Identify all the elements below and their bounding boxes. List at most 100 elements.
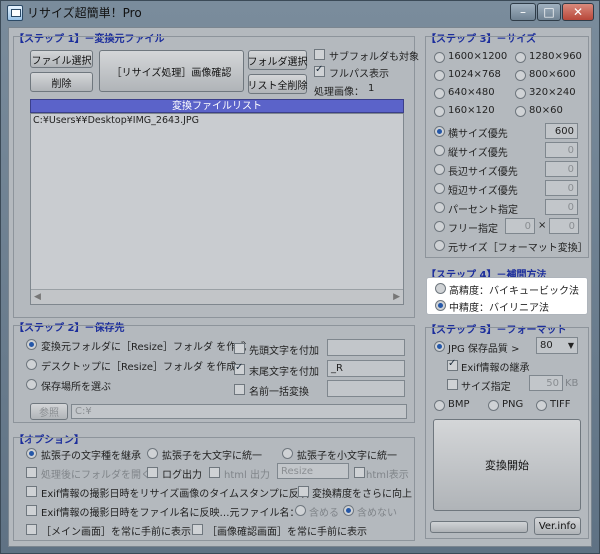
size-value-input[interactable]: 50 — [529, 375, 563, 391]
html-output-label: html 出力 — [224, 470, 270, 481]
height-value-input[interactable]: 0 — [545, 142, 578, 158]
subfolder-checkbox[interactable] — [314, 49, 325, 60]
preset-1280-label: 1280×960 — [529, 51, 582, 62]
preset-80-radio[interactable] — [515, 106, 526, 117]
open-folder-checkbox[interactable] — [26, 467, 37, 478]
browse-button[interactable]: 参照 — [30, 403, 68, 420]
progress-bar — [430, 521, 528, 533]
version-info-button[interactable]: Ver.info — [534, 517, 581, 535]
prefix-checkbox[interactable] — [234, 343, 245, 354]
interp-high-radio[interactable] — [435, 283, 446, 294]
file-list[interactable]: C:¥Users¥¥Desktop¥IMG_2643.JPG ◀ ▶ — [30, 113, 404, 305]
preset-640-label: 640×480 — [448, 87, 495, 98]
horizontal-scrollbar[interactable]: ◀ ▶ — [31, 289, 403, 304]
app-window: リサイズ超簡単！Pro – □ ✕ 【ステップ 1】－変換元ファイル ファイル選… — [0, 0, 600, 554]
height-priority-radio[interactable] — [434, 145, 445, 156]
jpg-quality-select[interactable]: 80 ▼ — [536, 337, 578, 354]
preset-640-radio[interactable] — [434, 88, 445, 99]
jpg-quality-value: 80 — [540, 340, 553, 351]
save-source-folder-radio[interactable] — [26, 339, 37, 350]
preview-front-checkbox[interactable] — [192, 524, 203, 535]
tiff-label: TIFF — [550, 399, 571, 410]
preset-1600-radio[interactable] — [434, 52, 445, 63]
short-priority-label: 短辺サイズ優先 — [448, 186, 518, 197]
html-folder-input[interactable]: Resize — [277, 463, 349, 479]
exif-filename-checkbox[interactable] — [26, 505, 37, 516]
interp-high-label: 高精度：バイキュービック法 — [449, 286, 579, 297]
file-select-button[interactable]: ファイル選択 — [30, 50, 93, 68]
free-width-input[interactable]: 0 — [505, 218, 535, 234]
html-display-checkbox[interactable] — [354, 467, 365, 478]
preset-160-radio[interactable] — [434, 106, 445, 117]
precision-up-checkbox[interactable] — [298, 486, 309, 497]
minimize-button[interactable]: – — [510, 3, 536, 21]
size-spec-checkbox[interactable] — [447, 379, 458, 390]
size-unit-label: KB — [565, 378, 579, 389]
exclude-radio[interactable] — [343, 505, 354, 516]
free-height-input[interactable]: 0 — [549, 218, 579, 234]
rename-input[interactable] — [327, 380, 405, 397]
exif-timestamp-checkbox[interactable] — [26, 486, 37, 497]
list-clear-button[interactable]: リスト全削除 — [248, 74, 308, 94]
start-convert-button[interactable]: 変換開始 — [433, 419, 581, 511]
preset-800-radio[interactable] — [515, 70, 526, 81]
original-size-radio[interactable] — [434, 240, 445, 251]
html-output-checkbox[interactable] — [209, 467, 220, 478]
long-value-input[interactable]: 0 — [545, 161, 578, 177]
bmp-label: BMP — [448, 399, 470, 410]
fullpath-checkbox[interactable] — [314, 64, 325, 77]
preset-1280-radio[interactable] — [515, 52, 526, 63]
suffix-label: 末尾文字を付加 — [249, 367, 319, 378]
long-priority-label: 長辺サイズ優先 — [448, 167, 518, 178]
exclude-label: 含めない — [357, 508, 397, 519]
preset-1024-radio[interactable] — [434, 70, 445, 81]
width-priority-radio[interactable] — [434, 126, 445, 137]
short-priority-radio[interactable] — [434, 183, 445, 194]
precision-up-label: 変換精度をさらに向上 — [312, 489, 412, 500]
file-list-item[interactable]: C:¥Users¥¥Desktop¥IMG_2643.JPG — [33, 115, 199, 126]
scroll-right-icon[interactable]: ▶ — [393, 292, 400, 302]
width-value-input[interactable]: 600 — [545, 123, 578, 139]
short-value-input[interactable]: 0 — [545, 180, 578, 196]
folder-select-button[interactable]: フォルダ選択 — [248, 50, 308, 70]
free-radio[interactable] — [434, 221, 445, 232]
suffix-checkbox[interactable] — [234, 362, 245, 375]
size-spec-label: サイズ指定 — [461, 382, 511, 393]
interp-mid-label: 中精度：バイリニア法 — [449, 303, 549, 314]
bmp-radio[interactable] — [434, 400, 445, 411]
maximize-button[interactable]: □ — [537, 3, 561, 21]
include-radio[interactable] — [295, 505, 306, 516]
file-list-header: 変換ファイルリスト — [30, 99, 404, 113]
close-button[interactable]: ✕ — [562, 3, 594, 21]
long-priority-radio[interactable] — [434, 164, 445, 175]
delete-button[interactable]: 削除 — [30, 72, 93, 92]
processed-count: 1 — [368, 83, 375, 94]
percent-radio[interactable] — [434, 202, 445, 213]
preset-320-radio[interactable] — [515, 88, 526, 99]
prefix-input[interactable] — [327, 339, 405, 356]
jpg-radio[interactable] — [434, 341, 445, 352]
percent-value-input[interactable]: 0 — [545, 199, 578, 215]
log-output-checkbox[interactable] — [147, 467, 158, 478]
ext-keep-radio[interactable] — [26, 448, 37, 459]
rename-checkbox[interactable] — [234, 384, 245, 395]
save-desktop-radio[interactable] — [26, 359, 37, 370]
exif-keep-checkbox[interactable] — [447, 358, 458, 371]
resize-preview-button[interactable]: ［リサイズ処理］画像確認 — [99, 50, 244, 92]
free-times-label: × — [538, 220, 547, 231]
png-radio[interactable] — [488, 400, 499, 411]
height-priority-label: 縦サイズ優先 — [448, 148, 508, 159]
save-choose-radio[interactable] — [26, 379, 37, 390]
save-path-input[interactable]: C:¥ — [71, 404, 407, 419]
preset-80-label: 80×60 — [529, 105, 563, 116]
interp-mid-radio[interactable] — [435, 300, 446, 311]
ext-lower-radio[interactable] — [282, 448, 293, 459]
main-panel: 【ステップ 1】－変換元ファイル ファイル選択 削除 ［リサイズ処理］画像確認 … — [8, 27, 592, 547]
suffix-input[interactable]: _R — [327, 360, 405, 377]
ext-upper-radio[interactable] — [147, 448, 158, 459]
scroll-left-icon[interactable]: ◀ — [34, 292, 41, 302]
main-front-checkbox[interactable] — [26, 524, 37, 535]
app-icon — [7, 5, 23, 21]
exif-filename-label: Exif情報の撮影日時をファイル名に反映…元ファイル名： — [41, 508, 300, 519]
tiff-radio[interactable] — [536, 400, 547, 411]
